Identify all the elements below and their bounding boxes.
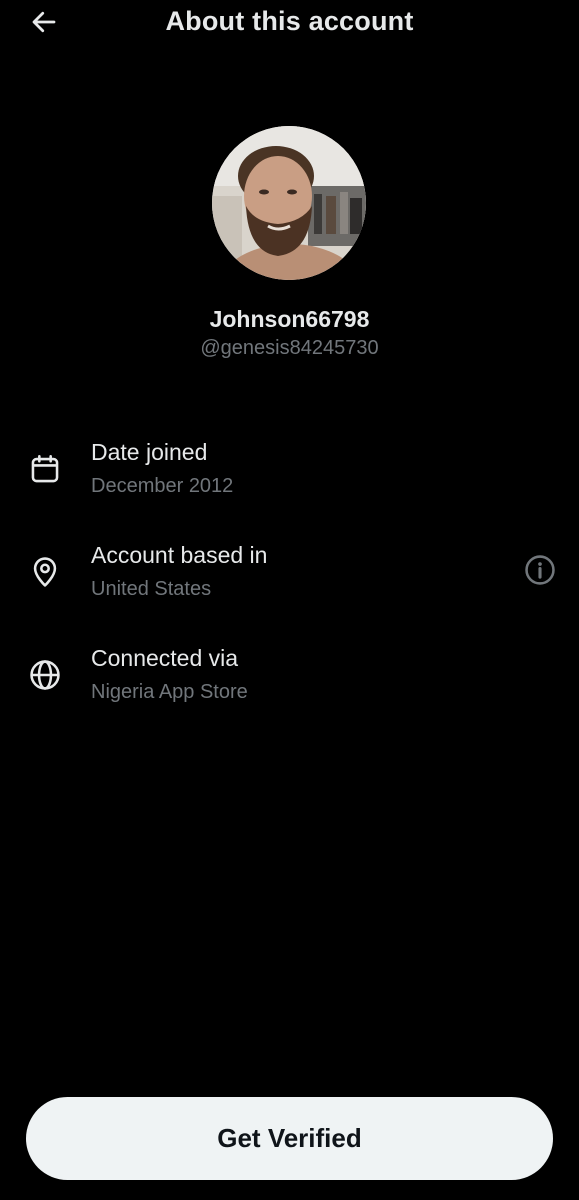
- location-pin-icon: [26, 553, 64, 591]
- row-value: December 2012: [91, 475, 234, 497]
- row-label: Date joined: [91, 439, 208, 465]
- info-row-date-joined: Date joined December 2012: [0, 436, 579, 516]
- info-button[interactable]: [520, 552, 560, 592]
- info-row-connected-via: Connected via Nigeria App Store: [0, 642, 579, 722]
- avatar[interactable]: [212, 126, 366, 280]
- header-bar: About this account: [0, 0, 579, 50]
- display-name: Johnson66798: [209, 306, 370, 332]
- about-account-screen: About this account Johnson66798 @genesis…: [0, 0, 579, 1200]
- user-handle: @genesis84245730: [200, 337, 379, 359]
- info-circle-icon: [523, 553, 557, 592]
- info-row-account-based-in: Account based in United States: [0, 539, 579, 619]
- get-verified-button[interactable]: Get Verified: [26, 1097, 553, 1180]
- page-title: About this account: [165, 6, 414, 36]
- row-label: Connected via: [91, 645, 239, 671]
- calendar-icon: [26, 450, 64, 488]
- globe-icon: [26, 656, 64, 694]
- row-value: Nigeria App Store: [91, 681, 248, 703]
- row-value: United States: [91, 578, 212, 600]
- row-label: Account based in: [91, 542, 268, 568]
